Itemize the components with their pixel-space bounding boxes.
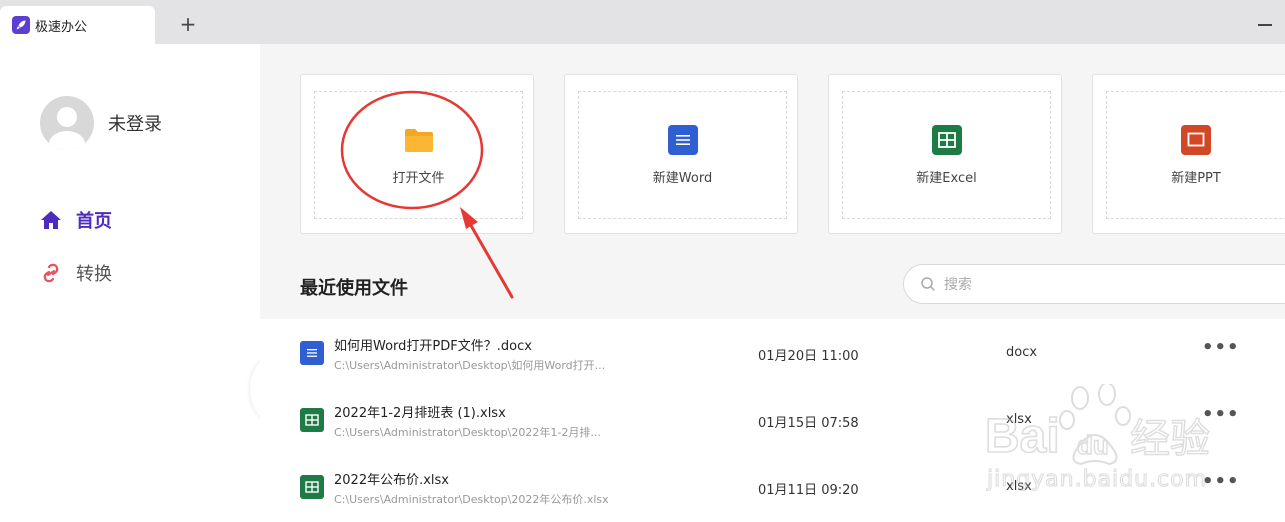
file-path: C:\Users\Administrator\Desktop\2022年1-2月… [334, 426, 601, 439]
open-file-card[interactable]: 打开文件 [300, 74, 534, 234]
file-name[interactable]: 2022年1-2月排班表 (1).xlsx [334, 402, 506, 421]
excel-icon [931, 124, 962, 155]
avatar[interactable] [40, 96, 94, 150]
file-name[interactable]: 如何用Word打开PDF文件？.docx [334, 335, 532, 354]
search-placeholder: 搜索 [944, 277, 972, 293]
excel-icon [300, 408, 324, 432]
more-options-button[interactable]: ••• [1202, 337, 1240, 358]
minimize-button[interactable] [1258, 24, 1272, 26]
file-name[interactable]: 2022年公布价.xlsx [334, 469, 449, 488]
file-time: 01月11日 09:20 [758, 483, 859, 498]
card-label: 打开文件 [392, 170, 445, 186]
sidebar-item-label: 首页 [76, 211, 112, 232]
sidebar-item-convert[interactable]: 转换 [40, 259, 112, 287]
search-input[interactable]: 搜索 [903, 264, 1285, 304]
watermark-brand-2: du [1077, 430, 1109, 460]
watermark-url: jingyan.baidu.com [986, 467, 1207, 492]
word-icon [300, 341, 324, 365]
sidebar: 未登录 首页 转换 [0, 44, 290, 522]
table-row[interactable]: 如何用Word打开PDF文件？.docx C:\Users\Administra… [260, 319, 1285, 385]
card-label: 新建Word [652, 170, 713, 186]
folder-icon [404, 125, 434, 155]
card-dropzone[interactable]: 新建PPT [1106, 91, 1285, 219]
file-time: 01月20日 11:00 [758, 349, 859, 364]
watermark-brand: Bai [985, 410, 1060, 463]
tab-title: 极速办公 [35, 19, 88, 35]
watermark-product: 经验 [1130, 416, 1210, 462]
sidebar-item-label: 转换 [76, 264, 112, 285]
ppt-icon [1181, 124, 1211, 155]
baidu-watermark: Bai du 经验 jingyan.baidu.com [984, 382, 1255, 494]
new-word-card[interactable]: 新建Word [564, 74, 798, 234]
user-name[interactable]: 未登录 [108, 110, 162, 136]
card-label: 新建PPT [1171, 170, 1221, 186]
title-bar: 极速办公 + [0, 0, 1285, 44]
baidu-paw-logo: Bai du 经验 jingyan.baidu.com [984, 382, 1211, 493]
card-dropzone[interactable]: 新建Excel [842, 91, 1051, 219]
new-excel-card[interactable]: 新建Excel [828, 74, 1062, 234]
new-ppt-card[interactable]: 新建PPT [1092, 74, 1285, 234]
new-tab-button[interactable]: + [176, 12, 200, 36]
sidebar-item-home[interactable]: 首页 [40, 206, 112, 234]
tab-active[interactable]: 极速办公 [0, 6, 155, 44]
file-path: C:\Users\Administrator\Desktop\2022年公布价.… [334, 493, 609, 506]
file-time: 01月15日 07:58 [758, 416, 859, 431]
card-label: 新建Excel [916, 170, 977, 186]
file-ext: docx [1006, 345, 1038, 360]
search-icon [921, 277, 935, 291]
link-icon [40, 262, 62, 284]
user-icon [49, 107, 85, 150]
file-path: C:\Users\Administrator\Desktop\如何用Word打开… [334, 359, 606, 372]
excel-icon [300, 475, 324, 499]
card-dropzone[interactable]: 新建Word [578, 91, 787, 219]
home-icon [40, 209, 62, 231]
recent-files-title: 最近使用文件 [300, 278, 408, 299]
rocket-icon [12, 16, 30, 34]
word-icon [667, 124, 698, 155]
card-dropzone[interactable]: 打开文件 [314, 91, 523, 219]
